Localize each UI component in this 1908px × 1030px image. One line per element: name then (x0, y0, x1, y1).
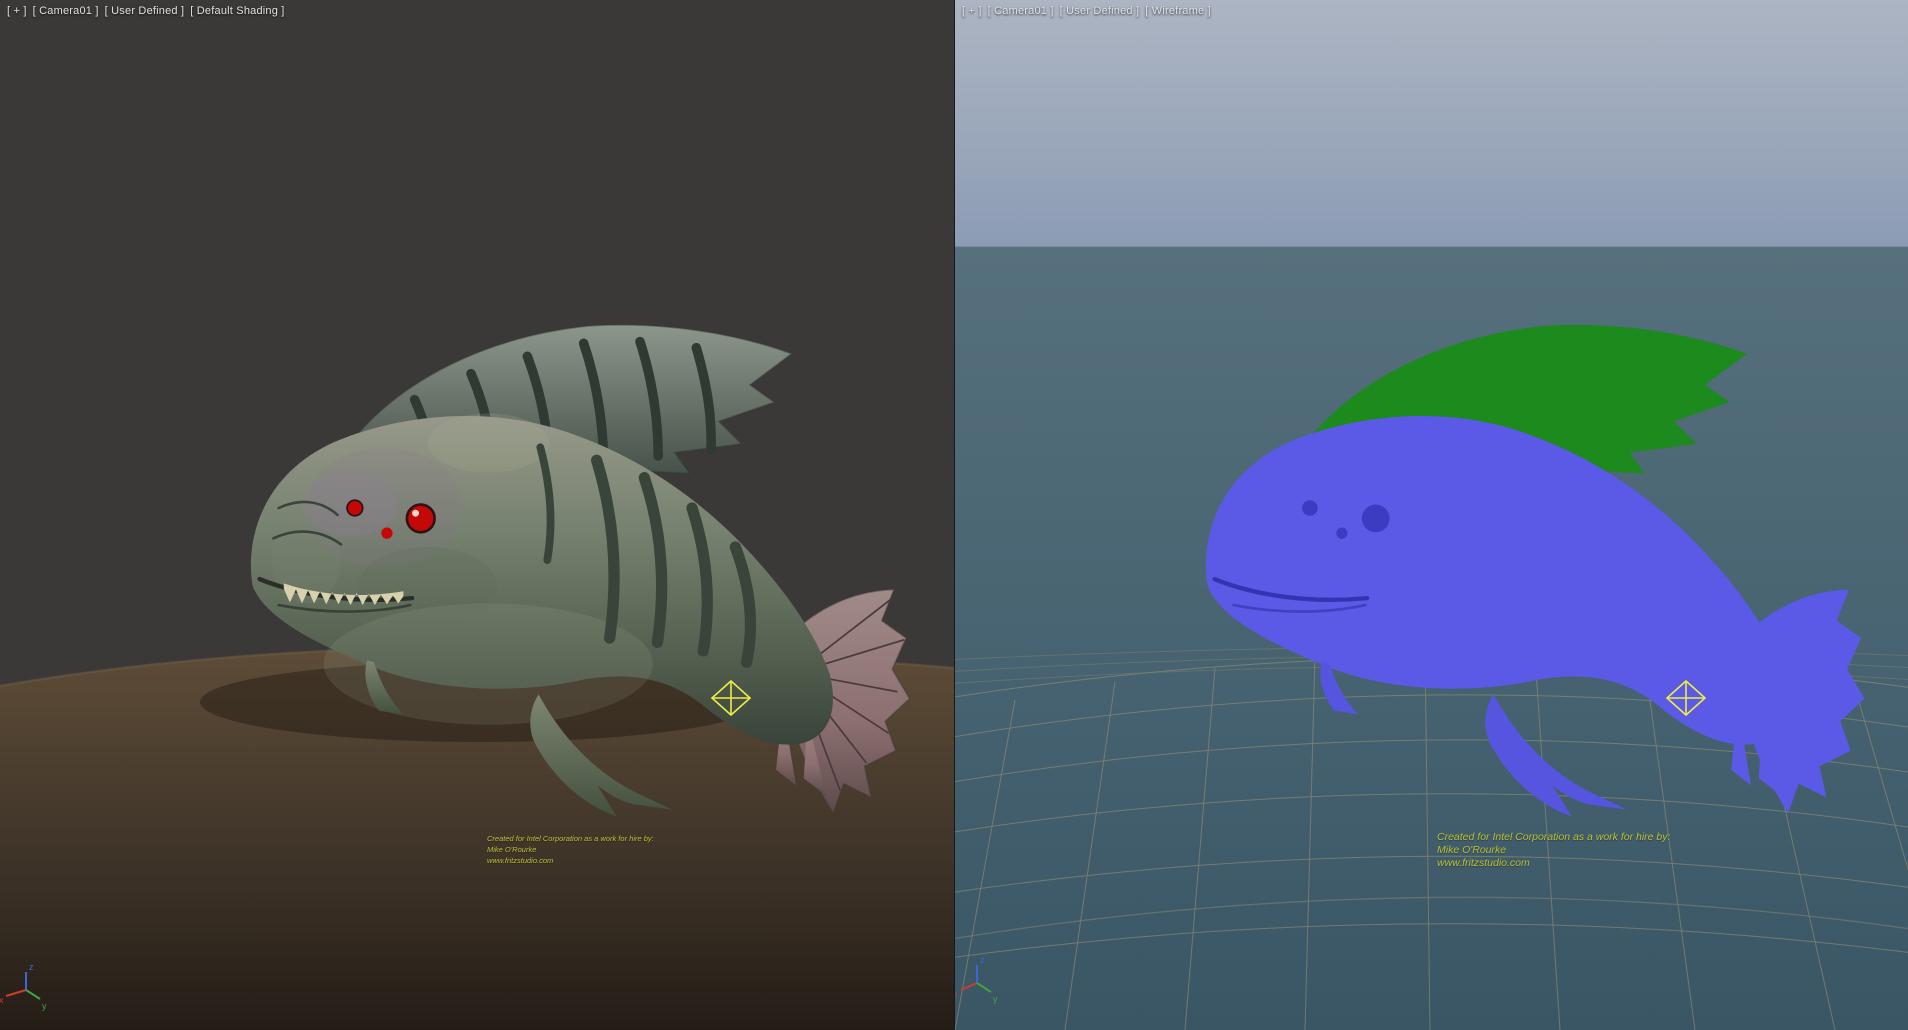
viewport-shading-menu[interactable]: [ Default Shading ] (190, 5, 284, 17)
viewport-label-bar-right: [ + ] [ Camera01 ] [ User Defined ] [ Wi… (962, 5, 1211, 17)
axis-z-label: z (980, 955, 985, 965)
viewport-split: x y z [ + ] [ Camera01 ] [ User Defined … (0, 0, 1908, 1030)
viewport-pov-menu[interactable]: [ Camera01 ] (988, 5, 1054, 17)
viewport-shading-menu[interactable]: [ Wireframe ] (1145, 5, 1211, 17)
viewport-general-menu[interactable]: [ + ] (7, 5, 27, 17)
watermark-right: Created for Intel Corporation as a work … (1437, 831, 1670, 870)
axis-y-label: y (993, 994, 998, 1004)
axis-z-label: z (29, 962, 34, 972)
viewport-layout-menu[interactable]: [ User Defined ] (105, 5, 185, 17)
watermark-line-2: Mike O'Rourke (487, 844, 654, 855)
scene-canvas-wireframe[interactable]: x y z (955, 0, 1908, 1030)
viewport-right-wireframe[interactable]: x y z [ + ] [ Camera01 ] [ User Defined … (954, 0, 1908, 1030)
viewport-general-menu[interactable]: [ + ] (962, 5, 982, 17)
watermark-line-1: Created for Intel Corporation as a work … (487, 833, 654, 844)
axis-y-label: y (42, 1001, 47, 1011)
watermark-left: Created for Intel Corporation as a work … (487, 833, 654, 866)
watermark-line-2: Mike O'Rourke (1437, 844, 1670, 857)
watermark-line-3: www.fritzstudio.com (487, 855, 654, 866)
axis-x-label: x (0, 995, 4, 1005)
viewport-layout-menu[interactable]: [ User Defined ] (1060, 5, 1140, 17)
scene-canvas-shaded[interactable]: x y z (0, 0, 954, 1030)
viewport-left-shaded[interactable]: x y z [ + ] [ Camera01 ] [ User Defined … (0, 0, 954, 1030)
watermark-line-1: Created for Intel Corporation as a work … (1437, 831, 1670, 844)
viewport-pov-menu[interactable]: [ Camera01 ] (33, 5, 99, 17)
viewport-label-bar-left: [ + ] [ Camera01 ] [ User Defined ] [ De… (7, 5, 285, 17)
watermark-line-3: www.fritzstudio.com (1437, 857, 1670, 870)
